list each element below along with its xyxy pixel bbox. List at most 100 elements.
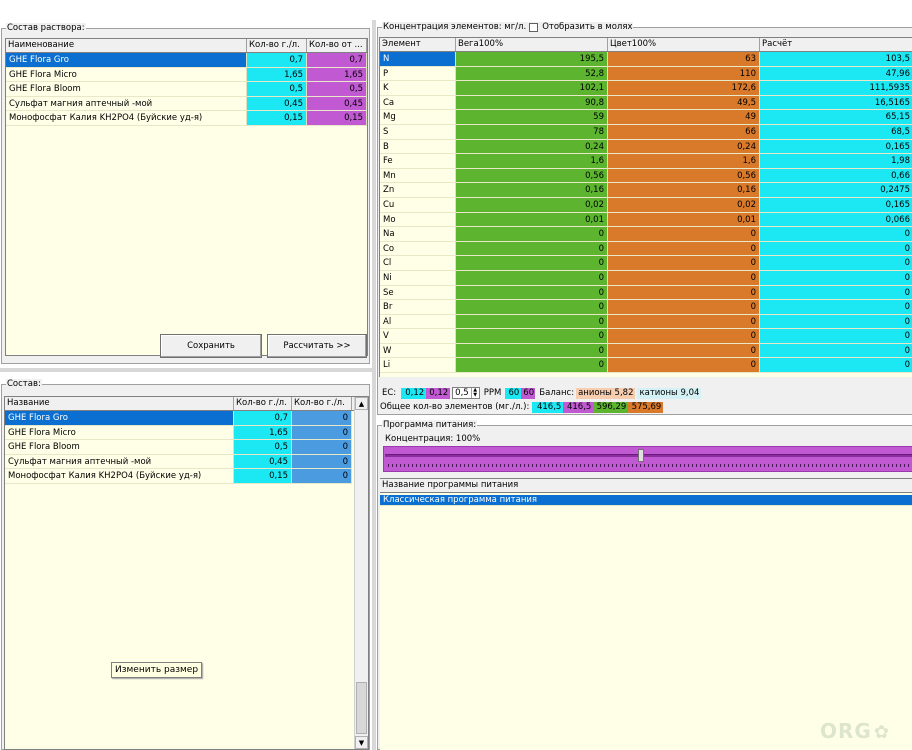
composition-table: Название Кол-во г./л. Кол-во г./л. GHE F… bbox=[4, 396, 369, 750]
calc-value: 0,2475 bbox=[760, 183, 912, 198]
composition-row[interactable]: GHE Flora Gro 0,7 0 bbox=[5, 411, 354, 426]
element-row[interactable]: Fe 1,6 1,6 1,98 bbox=[380, 154, 912, 169]
program-item[interactable]: Классическая программа питания bbox=[380, 495, 912, 510]
calculate-button[interactable]: Рассчитать >> bbox=[267, 334, 367, 358]
element-row[interactable]: W000 bbox=[380, 343, 912, 359]
bloom-value: 49,5 bbox=[608, 95, 760, 111]
element-symbol: Na bbox=[380, 227, 456, 242]
element-row[interactable]: Mo 0,01 0,01 0,066 bbox=[380, 212, 912, 228]
col-qty2[interactable]: Кол-во г./л. bbox=[292, 397, 352, 410]
col-qty2[interactable]: Кол-во от ... bbox=[307, 39, 367, 52]
col-name[interactable]: Наименование bbox=[6, 39, 247, 52]
element-row[interactable]: Na 0 0 0 bbox=[380, 227, 912, 242]
element-symbol: W bbox=[380, 343, 456, 359]
composition-row[interactable]: Сульфат магния аптечный -мой 0,45 0 bbox=[5, 454, 354, 470]
element-row[interactable]: Br 0 0 0 bbox=[380, 300, 912, 315]
moles-checkbox[interactable] bbox=[529, 23, 539, 32]
element-row[interactable]: Se 0 0 0 bbox=[380, 285, 912, 301]
ingredient-name: GHE Flora Micro bbox=[5, 425, 234, 441]
solution-row[interactable]: GHE Flora Gro 0,7 0,7 bbox=[6, 53, 367, 68]
element-symbol: Co bbox=[380, 241, 456, 257]
element-row[interactable]: Ca 90,8 49,5 16,5165 bbox=[380, 95, 912, 111]
spin-updown-icon[interactable]: ▲ ▼ bbox=[470, 388, 479, 398]
veg-value: 0 bbox=[456, 270, 608, 286]
solution-row[interactable]: Сульфат магния аптечный -мой 0,45 0,45 bbox=[6, 96, 367, 112]
cations-badge: катионы 9,04 bbox=[637, 387, 702, 399]
solution-row[interactable]: GHE Flora Bloom 0,5 0,5 bbox=[6, 82, 367, 97]
element-symbol: S bbox=[380, 124, 456, 140]
composition-panel-title: Состав: bbox=[6, 379, 42, 390]
element-row[interactable]: B 0,24 0,24 0,165 bbox=[380, 139, 912, 155]
ingredient-name: Монофосфат Калия KH2PO4 (Буйские уд-я) bbox=[6, 111, 247, 126]
scroll-down-icon[interactable]: ▼ bbox=[355, 736, 368, 749]
col-calc[interactable]: Расчёт bbox=[760, 38, 912, 51]
resize-tooltip[interactable]: Изменить размер bbox=[111, 662, 203, 678]
leaf-logo-icon: ✿ bbox=[873, 722, 890, 743]
ec-input-value[interactable]: 0,5 bbox=[453, 388, 471, 398]
element-row[interactable]: P 52,8 110 47,96 bbox=[380, 66, 912, 82]
veg-value: 0,56 bbox=[456, 168, 608, 184]
vertical-splitter[interactable] bbox=[372, 20, 376, 750]
calc-value: 16,5165 bbox=[760, 95, 912, 111]
veg-value: 0 bbox=[456, 358, 608, 374]
moles-checkbox-label[interactable]: Отобразить в молях bbox=[542, 22, 632, 33]
element-row[interactable]: K 102,1 172,6 111,5935 bbox=[380, 81, 912, 96]
element-row[interactable]: Ni 0 0 0 bbox=[380, 270, 912, 286]
element-symbol: N bbox=[380, 52, 456, 67]
veg-value: 0,24 bbox=[456, 139, 608, 155]
col-name[interactable]: Название bbox=[5, 397, 234, 410]
element-row[interactable]: Al 0 0 0 bbox=[380, 314, 912, 330]
calc-value: 111,5935 bbox=[760, 81, 912, 96]
element-symbol: Ca bbox=[380, 95, 456, 111]
slider-thumb[interactable] bbox=[638, 449, 644, 462]
element-row[interactable]: V000 bbox=[380, 329, 912, 344]
scroll-thumb[interactable] bbox=[356, 682, 367, 734]
element-symbol: P bbox=[380, 66, 456, 82]
bloom-value: 0 bbox=[608, 300, 760, 315]
bloom-value: 0 bbox=[608, 314, 760, 330]
ppm-value-b: 60 bbox=[521, 387, 536, 399]
element-symbol: Fe bbox=[380, 154, 456, 169]
element-row[interactable]: Cu 0,02 0,02 0,165 bbox=[380, 197, 912, 213]
col-qty[interactable]: Кол-во г./л. bbox=[247, 39, 307, 52]
concentration-slider[interactable] bbox=[383, 446, 912, 472]
veg-value: 0 bbox=[456, 300, 608, 315]
solution-row[interactable]: Монофосфат Калия KH2PO4 (Буйские уд-я) 0,… bbox=[6, 111, 367, 126]
bloom-value: 110 bbox=[608, 66, 760, 82]
scroll-up-icon[interactable]: ▲ bbox=[355, 397, 368, 410]
calc-value: 0 bbox=[760, 358, 912, 374]
ec-input[interactable]: 0,5 ▲ ▼ bbox=[452, 387, 480, 399]
save-button[interactable]: Сохранить bbox=[160, 334, 262, 358]
veg-value: 59 bbox=[456, 110, 608, 125]
calc-value: 0,066 bbox=[760, 212, 912, 228]
element-row[interactable]: Zn 0,16 0,16 0,2475 bbox=[380, 183, 912, 198]
composition-scrollbar[interactable]: ▲ ▼ bbox=[354, 397, 368, 749]
element-row[interactable]: Mn 0,56 0,56 0,66 bbox=[380, 168, 912, 184]
col-element[interactable]: Элемент bbox=[380, 38, 456, 51]
veg-value: 0,01 bbox=[456, 212, 608, 228]
col-veg[interactable]: Вега100% bbox=[456, 38, 608, 51]
total-bloom: 416,5 bbox=[563, 401, 594, 413]
ingredient-qty: 0,45 bbox=[234, 454, 292, 470]
col-qty[interactable]: Кол-во г./л. bbox=[234, 397, 292, 410]
element-row[interactable]: S 78 66 68,5 bbox=[380, 124, 912, 140]
col-program-name[interactable]: Название программы питания bbox=[380, 479, 912, 492]
element-row[interactable]: Co 0 0 0 bbox=[380, 241, 912, 257]
calc-value: 0 bbox=[760, 329, 912, 344]
solution-row[interactable]: GHE Flora Micro 1,65 1,65 bbox=[6, 67, 367, 83]
element-row[interactable]: Mg 59 49 65,15 bbox=[380, 110, 912, 125]
totals-label: Общее кол-во элементов (мг./л.): bbox=[380, 402, 530, 412]
element-symbol: Li bbox=[380, 358, 456, 374]
col-bloom[interactable]: Цвет100% bbox=[608, 38, 760, 51]
stats-line: EC: 0,12 0,12 0,5 ▲ ▼ PPM 60 60 Баланс: а… bbox=[382, 387, 702, 399]
ingredient-qty2: 0,15 bbox=[307, 111, 367, 126]
element-row[interactable]: Li 0 0 0 bbox=[380, 358, 912, 374]
composition-row[interactable]: Монофосфат Калия KH2PO4 (Буйские уд-я) 0,… bbox=[5, 469, 354, 484]
veg-value: 0 bbox=[456, 285, 608, 301]
composition-row[interactable]: GHE Flora Micro 1,65 0 bbox=[5, 425, 354, 441]
composition-row[interactable]: GHE Flora Bloom 0,5 0 bbox=[5, 440, 354, 455]
element-row[interactable]: Cl 0 0 0 bbox=[380, 256, 912, 271]
ppm-value-a: 60 bbox=[505, 387, 522, 399]
element-row[interactable]: N 195,5 63 103,5 bbox=[380, 52, 912, 67]
horizontal-splitter[interactable] bbox=[0, 368, 372, 372]
